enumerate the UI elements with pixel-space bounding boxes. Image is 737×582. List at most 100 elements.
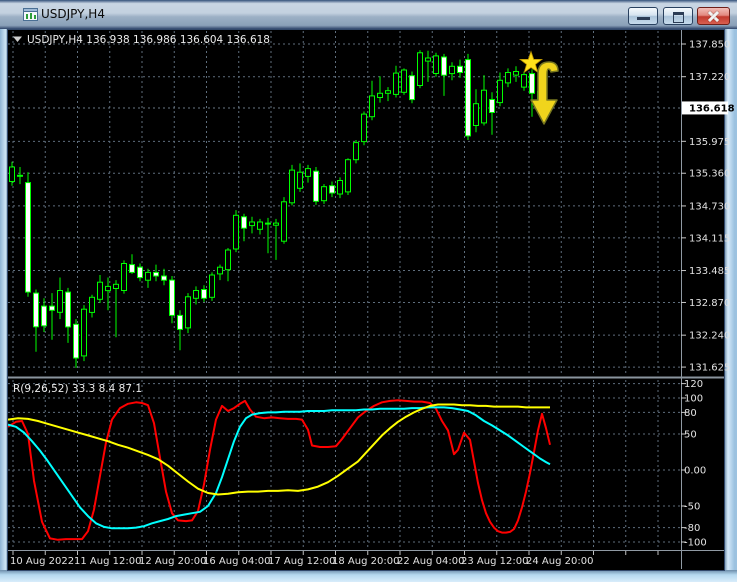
chart-menu-arrow-icon[interactable]	[13, 36, 22, 43]
bear-candle	[241, 216, 247, 229]
bull-candle	[393, 72, 399, 95]
bull-candle	[505, 72, 511, 84]
bear-candle	[265, 222, 271, 225]
bull-candle	[337, 180, 343, 195]
bull-candle	[193, 290, 199, 299]
bear-candle	[177, 314, 183, 330]
bear-candle	[409, 75, 415, 101]
price-axis-label: 134.115	[689, 233, 730, 244]
price-axis-label: 135.360	[689, 169, 730, 180]
price-axis-label: 134.730	[689, 201, 730, 212]
bull-candle	[497, 79, 503, 104]
bull-candle	[321, 186, 327, 202]
percent-axis-label: 120	[684, 379, 703, 390]
bear-candle	[161, 275, 167, 281]
bull-candle	[521, 74, 527, 88]
bull-candle	[473, 103, 479, 126]
bear-candle	[65, 291, 71, 328]
bull-candle	[97, 281, 103, 300]
bull-candle	[233, 214, 239, 250]
bear-candle	[41, 305, 47, 327]
bear-candle	[465, 59, 471, 137]
bull-candle	[113, 283, 119, 289]
bear-candle	[441, 56, 447, 76]
bear-candle	[489, 99, 495, 113]
bull-candle	[57, 290, 63, 313]
time-axis-label: 10 Aug 2022	[10, 556, 74, 567]
bear-candle	[169, 279, 175, 316]
bear-candle	[457, 65, 463, 74]
percent-axis-label: 80	[684, 408, 697, 419]
indicator-window-label: R(9,26,52) 33.3 8.4 87.1	[13, 383, 142, 395]
percent-axis-label: -100	[684, 538, 707, 549]
bull-candle	[385, 90, 391, 94]
bull-candle	[513, 71, 519, 76]
bear-candle	[313, 170, 319, 202]
price-axis-label: 133.485	[689, 266, 730, 277]
bull-candle	[225, 249, 231, 271]
content-border	[7, 29, 725, 571]
mt4-chart-window: { "window": { "title": "USDJPY,H4", "but…	[0, 0, 737, 582]
bear-candle	[49, 305, 55, 311]
time-axis-label: 17 Aug 12:00	[268, 556, 335, 567]
bull-candle	[89, 296, 95, 313]
time-axis-label: 24 Aug 20:00	[526, 556, 593, 567]
chart-canvas[interactable]: 137.850 137.220 135.975 135.360 134.730 134.1…	[0, 0, 737, 582]
bear-candle	[33, 292, 39, 328]
bull-candle	[9, 166, 15, 182]
bull-candle	[417, 52, 423, 86]
bull-candle	[281, 201, 287, 242]
bull-candle	[369, 95, 375, 118]
bear-candle	[129, 264, 135, 273]
price-axis-label: 132.240	[689, 331, 730, 342]
time-axis-label: 23 Aug 12:00	[461, 556, 528, 567]
time-axis-label: 18 Aug 20:00	[332, 556, 399, 567]
bull-candle	[353, 142, 359, 161]
bull-candle	[425, 57, 431, 62]
bear-candle	[25, 182, 31, 293]
bull-candle	[297, 171, 303, 189]
bull-candle	[249, 221, 255, 227]
bull-candle	[121, 263, 127, 291]
bull-candle	[401, 69, 407, 93]
bull-candle	[433, 55, 439, 75]
bull-candle	[81, 308, 87, 357]
down-arrow-marker-icon[interactable]	[530, 61, 559, 125]
price-axis-label: 131.625	[689, 363, 730, 374]
bear-candle	[137, 266, 143, 279]
bear-candle	[73, 323, 79, 359]
time-axis-label: 11 Aug 12:00	[74, 556, 141, 567]
time-axis-label: 16 Aug 04:00	[203, 556, 270, 567]
price-axis-label: 132.870	[689, 298, 730, 309]
percent-axis-label: 50	[684, 430, 697, 441]
bear-candle	[17, 174, 23, 177]
bull-candle	[481, 89, 487, 124]
bull-candle	[105, 285, 111, 292]
percent-axis-label: 100	[684, 394, 703, 405]
price-axis-label: 137.850	[689, 40, 730, 51]
bear-candle	[153, 271, 159, 277]
bull-candle	[257, 221, 263, 230]
bull-candle	[305, 168, 311, 177]
percent-axis-label: 0.00	[684, 466, 706, 477]
bull-candle	[449, 65, 455, 75]
percent-axis-label: -80	[684, 523, 700, 534]
time-axis-label: 22 Aug 04:00	[397, 556, 464, 567]
current-price-label: 136.618	[689, 103, 735, 114]
price-axis-label: 137.220	[689, 72, 730, 83]
bull-candle	[209, 274, 215, 298]
bull-candle	[377, 92, 383, 99]
ohlc-header: USDJPY,H4 136.938 136.986 136.604 136.61…	[27, 34, 270, 46]
bull-candle	[217, 266, 223, 275]
bull-candle	[273, 222, 279, 226]
bear-candle	[329, 185, 335, 194]
percent-axis-label: -50	[684, 502, 700, 513]
bull-candle	[345, 159, 351, 193]
bear-candle	[529, 73, 535, 94]
bull-candle	[185, 296, 191, 329]
price-axis-label: 135.975	[689, 137, 730, 148]
candles-group	[9, 50, 543, 368]
bear-candle	[201, 289, 207, 299]
bull-candle	[361, 113, 367, 143]
bull-candle	[145, 271, 151, 281]
